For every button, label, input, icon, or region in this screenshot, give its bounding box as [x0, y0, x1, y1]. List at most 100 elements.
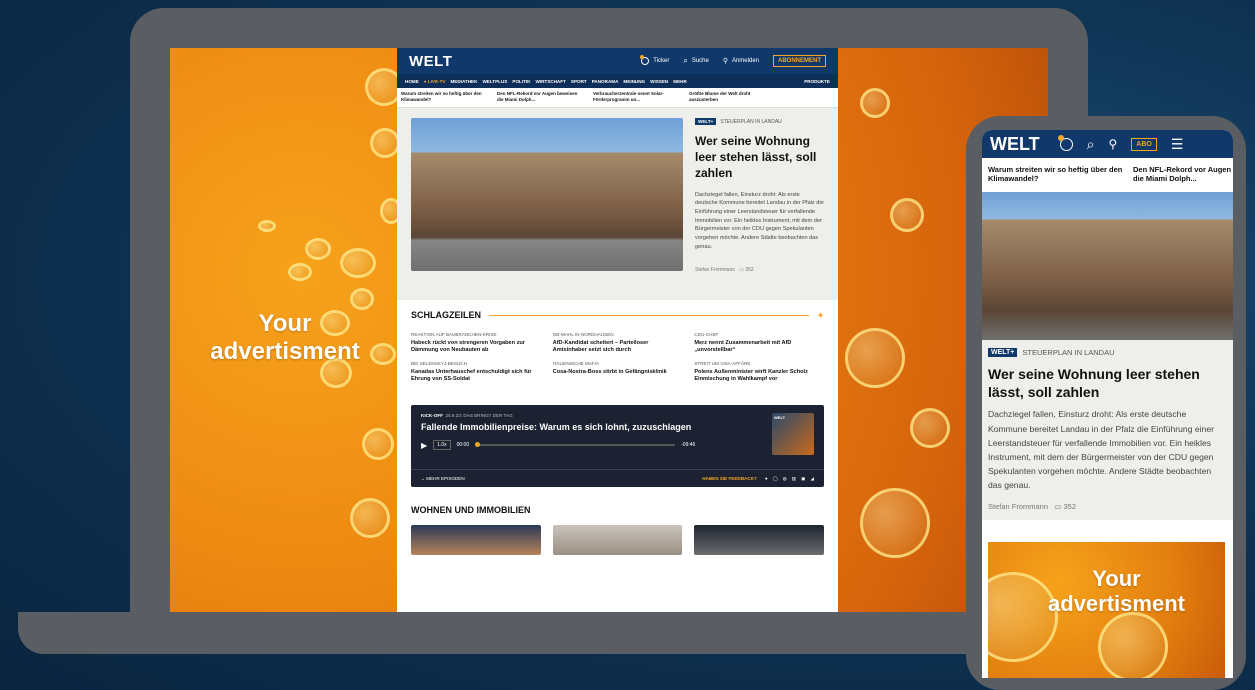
ticker-icon[interactable]: [1057, 134, 1073, 151]
spotify-icon[interactable]: ●: [765, 476, 768, 481]
play-icon[interactable]: ▶: [421, 441, 427, 450]
nav-item-home[interactable]: HOME: [405, 79, 419, 84]
progress-bar[interactable]: [475, 442, 676, 448]
phone-welt-logo[interactable]: WELT: [990, 134, 1040, 155]
phone-screen: WELT ⌕ ⚲ ABO ☰ Warum streiten wir so hef…: [982, 130, 1233, 678]
nav-item-sport[interactable]: SPORT: [571, 79, 587, 84]
welt-logo[interactable]: WELT: [409, 53, 452, 70]
article-thumbnail[interactable]: [694, 525, 825, 556]
headline-kicker: STREIT UM VISA-AFFÄRE: [694, 360, 751, 366]
nav-item-mediathek[interactable]: MEDIATHEK: [450, 79, 477, 84]
weltplus-badge: WELT+: [695, 118, 717, 125]
bubble: [860, 88, 890, 118]
advertisement-label[interactable]: Your advertisment: [180, 310, 390, 365]
deezer-icon[interactable]: ◯: [773, 476, 778, 482]
nav-item-mehr[interactable]: MEHR: [673, 79, 687, 84]
nav-item-produkte[interactable]: PRODUKTE: [804, 79, 830, 84]
ticker-item[interactable]: Größte Blume der Welt droht auszusterben: [689, 91, 777, 104]
headline-title: Merz nennt Zusammenarbeit mit AfD „unvor…: [694, 340, 792, 354]
nav-item-meinung[interactable]: MEINUNG: [623, 79, 645, 84]
ticker-item[interactable]: Warum streiten wir so heftig über den Kl…: [401, 91, 489, 104]
phone-hero-image[interactable]: [982, 192, 1233, 340]
wohnen-section: WOHNEN UND IMMOBILIEN: [397, 487, 838, 556]
phone-comment-count[interactable]: 352: [1063, 502, 1076, 511]
user-icon[interactable]: ⚲: [1109, 137, 1118, 151]
comment-icon: ▭: [739, 267, 744, 274]
bubble: [1098, 612, 1168, 678]
nav-item-politik[interactable]: POLITIK: [512, 79, 530, 84]
hero-article[interactable]: WELT+ STEUERPLAN IN LANDAU Wer seine Woh…: [397, 108, 838, 300]
live-tv-label: LIVE-TV: [427, 78, 446, 84]
phone-header: WELT ⌕ ⚲ ABO ☰: [982, 130, 1233, 158]
bubble: [910, 408, 950, 448]
hero-image[interactable]: [411, 118, 683, 271]
hero-text: WELT+ STEUERPLAN IN LANDAU Wer seine Woh…: [695, 118, 824, 290]
headline-item[interactable]: OB-WAHL IN NORDHAUSEN AfD-Kandidat scheit…: [553, 332, 683, 355]
headline-item[interactable]: STREIT UM VISA-AFFÄRE Polens Außenministe…: [694, 361, 824, 384]
headline-item[interactable]: ITALIENISCHE MAFIA Cosa-Nostra-Boss stirb…: [553, 361, 683, 384]
hero-kicker-text: STEUERPLAN IN LANDAU: [720, 118, 782, 125]
abonnement-button[interactable]: ABONNEMENT: [773, 55, 826, 67]
search-icon[interactable]: ⌕: [1087, 136, 1095, 153]
ticker-label: Ticker: [653, 58, 670, 64]
more-episodes-link[interactable]: MEHR EPISODEN: [426, 476, 465, 481]
headline-item[interactable]: CDU-CHEF Merz nennt Zusammenarbeit mit Af…: [694, 332, 824, 355]
phone-author[interactable]: Stefan Frommann: [988, 502, 1048, 511]
headline-kicker: BEI SELENSKYJ-BESUCH: [411, 360, 467, 366]
login-link[interactable]: ⚲ Anmelden: [723, 57, 759, 65]
podcast-cover[interactable]: WELT: [772, 413, 814, 456]
phone-abo-button[interactable]: ABO: [1131, 137, 1157, 151]
headline-title: AfD-Kandidat scheitert – Parteiloser Amt…: [552, 340, 649, 354]
search-link[interactable]: ⌕ Suche: [683, 56, 709, 66]
ticker-item[interactable]: Den NFL-Rekord vor Augen beweisen die Mi…: [1133, 165, 1233, 185]
nav-item-wissen[interactable]: WISSEN: [650, 79, 668, 84]
article-thumbnail[interactable]: [411, 525, 541, 556]
hero-comment-count[interactable]: 352: [745, 267, 753, 273]
bars-icon[interactable]: ▥: [792, 476, 796, 482]
progress-handle[interactable]: [475, 442, 481, 448]
schlagzeilen-grid: REAKTION AUF BAUBRANCHEN-KRISE Habeck rüc…: [411, 332, 824, 383]
phone-advertisement[interactable]: Your advertisment: [988, 542, 1225, 678]
site-header: WELT Ticker ⌕ Suche ⚲ Anmelden ABONNEMEN…: [397, 48, 838, 74]
youtube-icon[interactable]: ▣: [801, 476, 805, 482]
podcasts-icon[interactable]: ◍: [783, 476, 787, 482]
headline-item[interactable]: REAKTION AUF BAUBRANCHEN-KRISE Habeck rüc…: [411, 332, 541, 355]
bubble: [845, 328, 905, 388]
nav-item-weltplus[interactable]: WELTPLUS: [482, 79, 507, 84]
ticker-item[interactable]: Den NFL-Rekord vor Augen beweisen die Mi…: [497, 91, 585, 104]
phone-hero-title[interactable]: Wer seine Wohnung leer stehen lässt, sol…: [988, 365, 1227, 401]
bubble: [350, 288, 374, 310]
phone-hero-teaser: Dachziegel fallen, Einsturz droht: Als e…: [988, 409, 1214, 491]
search-label: Suche: [691, 58, 709, 64]
podcast-controls: ▶ 1.0x 00:00 -09:46: [421, 440, 814, 451]
headline-title: Cosa-Nostra-Boss stirbt in Gefängnisklin…: [552, 368, 667, 375]
speed-button[interactable]: 1.0x: [433, 440, 451, 451]
nav-item-panorama[interactable]: PANORAMA: [592, 79, 619, 84]
ticker-item[interactable]: Warum streiten wir so heftig über den Kl…: [988, 165, 1123, 185]
podcast-title[interactable]: Fallende Immobilienpreise: Warum es sich…: [421, 422, 814, 432]
wohnen-title: WOHNEN UND IMMOBILIEN: [411, 505, 531, 516]
ad-line-2: advertisment: [1048, 591, 1185, 617]
user-icon: ⚲: [722, 58, 728, 65]
hero-title[interactable]: Wer seine Wohnung leer stehen lässt, sol…: [695, 133, 824, 182]
ticker-item[interactable]: Verbraucherzentrale nennt Solar-Förderpr…: [593, 91, 681, 104]
ticker-link[interactable]: Ticker: [640, 55, 670, 65]
schlagzeilen-title: SCHLAGZEILEN: [411, 310, 482, 320]
search-icon: ⌕: [683, 56, 688, 65]
header-actions: Ticker ⌕ Suche ⚲ Anmelden ABONNEMENT: [640, 55, 826, 67]
feedback-link[interactable]: HABEN SIE FEEDBACK?: [702, 476, 757, 481]
podcast-footer: ⌄ MEHR EPISODEN HABEN SIE FEEDBACK? ● ◯ …: [411, 469, 824, 487]
headline-item[interactable]: BEI SELENSKYJ-BESUCH Kanadas Unterhausche…: [411, 361, 541, 384]
sparkle-icon: ✦: [817, 310, 824, 320]
headline-kicker: OB-WAHL IN NORDHAUSEN: [552, 332, 614, 337]
bubble: [305, 238, 331, 260]
phone-ticker: Warum streiten wir so heftig über den Kl…: [982, 158, 1233, 192]
menu-icon[interactable]: ☰: [1171, 136, 1184, 153]
hero-author[interactable]: Stefan Frommann: [695, 267, 735, 273]
nav-item-wirtschaft[interactable]: WIRTSCHAFT: [536, 79, 566, 84]
rss-icon[interactable]: ◢: [810, 476, 814, 482]
podcast-date: 25.9.23: DAS BRINGT DER TAG: [445, 413, 513, 419]
nav-item-live-tv[interactable]: ● LIVE-TV: [424, 79, 446, 84]
article-thumbnail[interactable]: [552, 525, 683, 556]
headline-title: Habeck rückt von strengeren Vorgaben zur…: [411, 340, 525, 354]
